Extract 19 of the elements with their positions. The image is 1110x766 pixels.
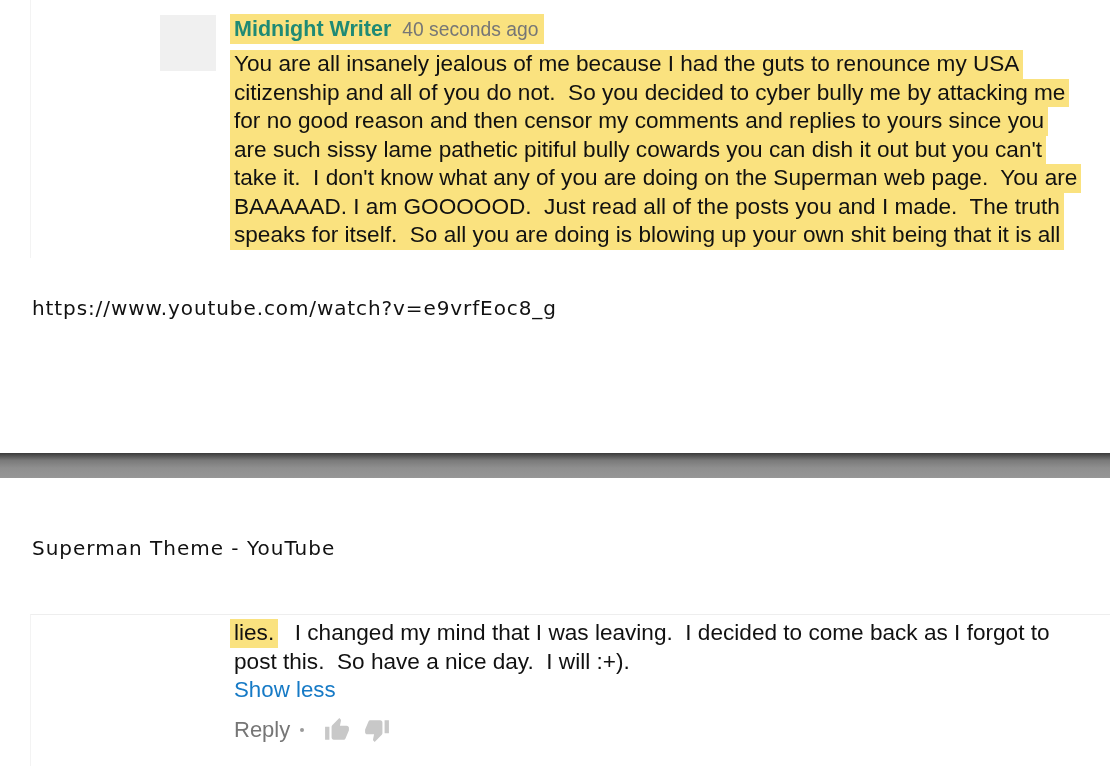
comment-text: post this. So have a nice day. I will :+). bbox=[233, 647, 631, 676]
comment-text: lies. bbox=[230, 619, 279, 648]
thumbs-up-icon[interactable] bbox=[324, 717, 351, 743]
comment-text: take it. I don't know what any of you are doing on the Superman web page. You are bbox=[230, 164, 1082, 193]
thumbs-down-icon[interactable] bbox=[364, 717, 391, 743]
comment-text: You are all insanely jealous of me because I had the guts to renounce my USA bbox=[230, 50, 1024, 79]
link-text: https://www.youtube.com/watch?v=e9vrfEoc8_g bbox=[31, 296, 557, 320]
page-title: Superman Theme - YouTube bbox=[31, 537, 336, 559]
comment-text: BAAAAAD. I am GOOOOOD. Just read all of the posts you and I made. The truth bbox=[230, 192, 1064, 221]
dot-icon bbox=[300, 728, 305, 732]
comment-text: for no good reason and then censor my comments and replies to yours since you bbox=[230, 107, 1049, 136]
comment-text: citizenship and all of you do not. So you decided to cyber bully me by attacking me bbox=[230, 78, 1070, 107]
reply-button[interactable]: Reply bbox=[234, 716, 291, 744]
comment-text: I changed my mind that I was leaving. I decided to come back as I forgot to bbox=[293, 619, 1051, 647]
show-less-link[interactable]: Show less bbox=[234, 676, 336, 704]
comment-text: speaks for itself. So all you are doing is blowing up your own shit being that it is all bbox=[230, 221, 1065, 250]
comment-time: 40 seconds ago bbox=[397, 14, 545, 44]
comment-text: are such sissy lame pathetic pitiful bully cowards you can dish it out but you can't bbox=[230, 135, 1047, 164]
author-name[interactable]: Midnight Writer bbox=[230, 14, 398, 44]
